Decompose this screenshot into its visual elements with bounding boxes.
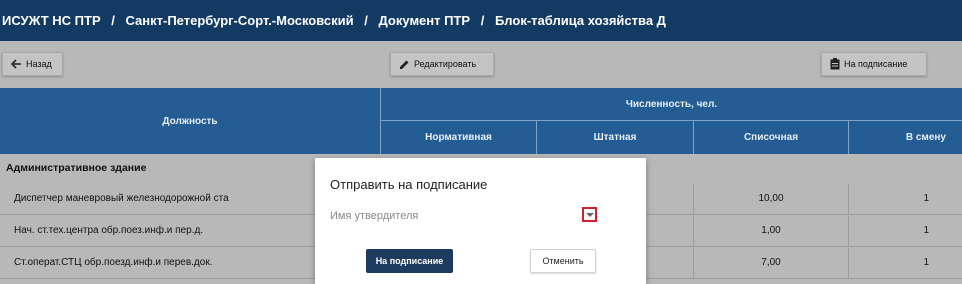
cell-list: 10,00 [758,193,784,204]
top-bar: ИСУЖТ НС ПТР / Санкт-Петербург-Сорт.-Мос… [0,0,962,41]
clipboard-icon [830,58,840,70]
header-divider [693,120,694,154]
back-button[interactable]: Назад [2,52,63,76]
breadcrumb-separator: / [111,13,115,28]
approver-dropdown-toggle[interactable] [582,207,597,222]
breadcrumb-separator: / [364,13,368,28]
cell-list: 7,00 [761,257,781,268]
column-header-staff[interactable]: Штатная [537,121,693,154]
cell-shift: 1 [923,225,929,236]
header-divider [848,120,849,154]
section-title: Административное здание [6,162,147,174]
submit-for-signing-button[interactable]: На подписание [366,249,453,273]
cell-shift: 1 [923,193,929,204]
arrow-left-icon [11,59,22,69]
dialog-title: Отправить на подписание [330,177,488,192]
column-header-shift[interactable]: В смену [849,121,962,154]
cancel-button[interactable]: Отменить [530,249,596,273]
pencil-icon [399,59,410,70]
header-divider [536,120,537,154]
sign-button-label: На подписание [844,59,908,69]
column-header-normative[interactable]: Нормативная [381,121,536,154]
edit-button-label: Редактировать [414,59,477,69]
back-button-label: Назад [26,59,52,69]
approver-name-select[interactable]: Имя утвердителя [330,210,418,222]
header-divider [380,120,962,121]
breadcrumb: ИСУЖТ НС ПТР / Санкт-Петербург-Сорт.-Мос… [2,0,666,41]
breadcrumb-item-current: Блок-таблица хозяйства Д [494,13,666,28]
column-group-header-headcount: Численность, чел. [625,98,718,110]
toolbar: Назад Редактировать На подписание [0,41,962,88]
breadcrumb-item-station[interactable]: Санкт-Петербург-Сорт.-Московский [126,13,354,28]
breadcrumb-item-system[interactable]: ИСУЖТ НС ПТР [2,13,101,28]
chevron-down-icon [585,212,594,217]
sign-button[interactable]: На подписание [821,52,927,76]
edit-button[interactable]: Редактировать [390,52,494,76]
header-divider [380,88,381,154]
column-header-position[interactable]: Должность [0,88,380,154]
cell-list: 1,00 [761,225,781,236]
cell-shift: 1 [923,257,929,268]
column-header-list[interactable]: Списочная [694,121,848,154]
breadcrumb-item-document[interactable]: Документ ПТР [379,13,471,28]
breadcrumb-separator: / [480,13,485,28]
table-header: Должность Численность, чел. Нормативная … [0,88,962,154]
send-for-signing-dialog: Отправить на подписание Имя утвердителя … [315,158,646,284]
